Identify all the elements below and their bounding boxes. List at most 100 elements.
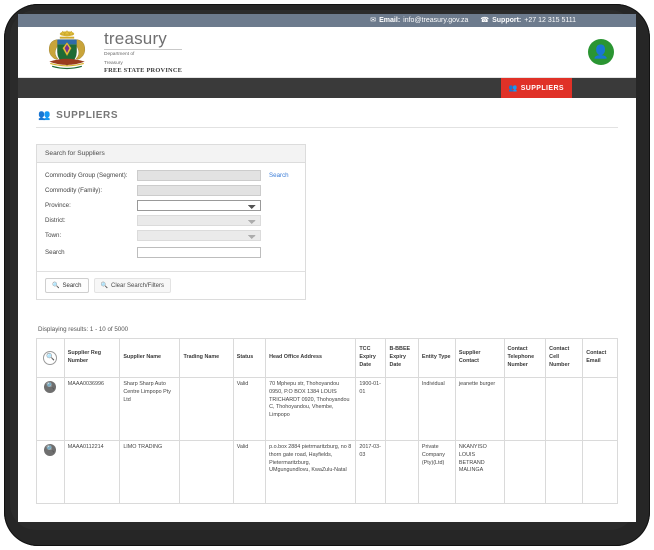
brand-header: treasury Department of Treasury FREE STA… xyxy=(18,27,636,78)
table-header-supplier-name: Supplier Name xyxy=(119,338,181,378)
brand-name: treasury xyxy=(104,30,183,51)
cell-entity-type: Individual xyxy=(417,377,456,441)
field-district-label: District: xyxy=(45,217,66,224)
field-search-label: Search xyxy=(45,249,65,256)
cell-contact-telephone xyxy=(503,377,547,441)
search-button-label: Search xyxy=(62,282,82,289)
province-select[interactable] xyxy=(137,200,261,211)
cell-head-office-address: 70 Mphepu str, Thohoyandou 0950, P.O BOX… xyxy=(265,377,357,441)
cell-supplier-name: Sharp Sharp Auto Centre Limpopo Pty Ltd xyxy=(119,377,181,441)
brand-province: FREE STATE PROVINCE xyxy=(104,66,183,74)
commodity-group-input[interactable] xyxy=(137,170,261,181)
cell-contact-telephone xyxy=(503,440,547,504)
cell-contact-cell xyxy=(545,440,584,504)
search-panel-heading: Search for Suppliers xyxy=(37,145,305,163)
main-navbar: 👥 SUPPLIERS xyxy=(18,78,636,98)
cell-contact-email xyxy=(582,440,618,504)
email-value: info@treasury.gov.za xyxy=(403,17,469,24)
cell-status: Valid xyxy=(232,377,267,441)
row-action-cell[interactable]: 🔍 xyxy=(36,440,65,504)
brand-text: treasury Department of Treasury FREE STA… xyxy=(104,30,183,74)
cell-supplier-contact: NKANYISO LOUIS BETRAND MALINGA xyxy=(454,440,505,504)
cell-tcc-expiry-date: 1900-01-01 xyxy=(355,377,387,441)
table-header-status: Status xyxy=(232,338,267,378)
field-search: Search xyxy=(45,247,297,258)
cell-entity-type: Private Company (Pty)(Ltd) xyxy=(417,440,456,504)
browser-viewport: ✉ Email: info@treasury.gov.za ☎ Support:… xyxy=(18,14,636,522)
device-frame: ✉ Email: info@treasury.gov.za ☎ Support:… xyxy=(0,0,654,550)
search-input[interactable] xyxy=(137,247,261,258)
support-info: ☎ Support: +27 12 315 5111 xyxy=(480,17,576,24)
suppliers-table: 🔍 Supplier Reg Number Supplier Name Trad… xyxy=(36,338,618,504)
cell-supplier-reg-number: MAAA0036996 xyxy=(63,377,121,441)
cell-contact-cell xyxy=(545,377,584,441)
view-detail-icon[interactable]: 🔍 xyxy=(44,381,57,393)
table-row[interactable]: 🔍 MAAA0112214 LIMO TRADING Valid p.o.box… xyxy=(36,440,618,504)
district-select[interactable] xyxy=(137,215,261,226)
suppliers-icon: 👥 xyxy=(508,85,518,92)
email-info: ✉ Email: info@treasury.gov.za xyxy=(370,17,468,24)
search-button[interactable]: 🔍 Search xyxy=(45,278,89,293)
search-panel-body: Commodity Group (Segment): Search Commod… xyxy=(37,163,305,271)
field-district: District: xyxy=(45,215,297,226)
table-header-supplier-contact: Supplier Contact xyxy=(454,338,505,378)
row-action-cell[interactable]: 🔍 xyxy=(36,377,65,441)
cell-supplier-contact: jeanette burger xyxy=(454,377,505,441)
table-header-contact-email: Contact Email xyxy=(582,338,618,378)
table-header-tcc-expiry-date: TCC Expiry Date xyxy=(355,338,387,378)
search-panel: Search for Suppliers Commodity Group (Se… xyxy=(36,144,306,300)
commodity-group-search-link[interactable]: Search xyxy=(269,172,289,179)
table-row[interactable]: 🔍 MAAA0036996 Sharp Sharp Auto Centre Li… xyxy=(36,377,618,441)
commodity-family-input[interactable] xyxy=(137,185,261,196)
support-value: +27 12 315 5111 xyxy=(524,17,576,24)
table-header-entity-type: Entity Type xyxy=(417,338,456,378)
clear-search-filters-button[interactable]: 🔍 Clear Search/Filters xyxy=(93,278,171,293)
magnifier-icon: 🔍 xyxy=(100,283,108,289)
results-summary: Displaying results: 1 - 10 of 5000 xyxy=(38,326,129,333)
field-province: Province: xyxy=(45,200,297,211)
coat-of-arms-icon xyxy=(48,30,86,70)
field-commodity-family: Commodity (Family): xyxy=(45,185,297,196)
magnifier-icon: 🔍 xyxy=(43,351,58,365)
nav-item-suppliers-label: SUPPLIERS xyxy=(520,84,564,92)
field-town: Town: xyxy=(45,230,297,241)
table-header-icon-cell: 🔍 xyxy=(36,338,65,378)
cell-tcc-expiry-date: 2017-03-03 xyxy=(355,440,387,504)
town-select[interactable] xyxy=(137,230,261,241)
email-label: Email: xyxy=(379,17,401,24)
table-header-contact-telephone-number: Contact Telephone Number xyxy=(503,338,547,378)
nav-item-suppliers[interactable]: 👥 SUPPLIERS xyxy=(500,78,572,98)
envelope-icon: ✉ xyxy=(370,17,377,24)
cell-supplier-reg-number: MAAA0112214 xyxy=(63,440,121,504)
cell-trading-name xyxy=(179,377,234,441)
phone-icon: ☎ xyxy=(480,17,490,24)
field-province-label: Province: xyxy=(45,202,71,209)
search-panel-actions: 🔍 Search 🔍 Clear Search/Filters xyxy=(37,271,305,299)
clear-search-filters-label: Clear Search/Filters xyxy=(110,282,164,289)
field-commodity-group-label: Commodity Group (Segment): xyxy=(45,172,128,179)
page-content: 👥 SUPPLIERS Search for Suppliers Commodi… xyxy=(18,98,636,504)
cell-bbbee-expiry-date xyxy=(385,377,419,441)
cell-status: Valid xyxy=(232,440,267,504)
table-header-head-office-address: Head Office Address xyxy=(265,338,357,378)
user-icon: 👤 xyxy=(592,44,610,59)
table-header-contact-cell-number: Contact Cell Number xyxy=(545,338,584,378)
brand-dept-line1: Department of xyxy=(104,52,135,58)
magnifier-icon: 🔍 xyxy=(52,283,60,289)
page-title: 👥 SUPPLIERS xyxy=(36,106,618,128)
cell-supplier-name: LIMO TRADING xyxy=(119,440,181,504)
table-header-trading-name: Trading Name xyxy=(179,338,234,378)
cell-contact-email xyxy=(582,377,618,441)
table-header-supplier-reg-number: Supplier Reg Number xyxy=(63,338,121,378)
table-header-row: 🔍 Supplier Reg Number Supplier Name Trad… xyxy=(36,338,618,378)
field-commodity-group: Commodity Group (Segment): Search xyxy=(45,170,297,181)
cell-trading-name xyxy=(179,440,234,504)
view-detail-icon[interactable]: 🔍 xyxy=(44,444,57,456)
top-info-bar: ✉ Email: info@treasury.gov.za ☎ Support:… xyxy=(18,14,636,27)
page-title-label: SUPPLIERS xyxy=(56,110,119,121)
user-avatar[interactable]: 👤 xyxy=(588,39,614,65)
support-label: Support: xyxy=(492,17,522,24)
table-header-bbbee-expiry-date: B-BBEE Expiry Date xyxy=(385,338,419,378)
cell-bbbee-expiry-date xyxy=(385,440,419,504)
cell-head-office-address: p.o.box 2884 pietrmaritzburg, no 8 thorn… xyxy=(265,440,357,504)
